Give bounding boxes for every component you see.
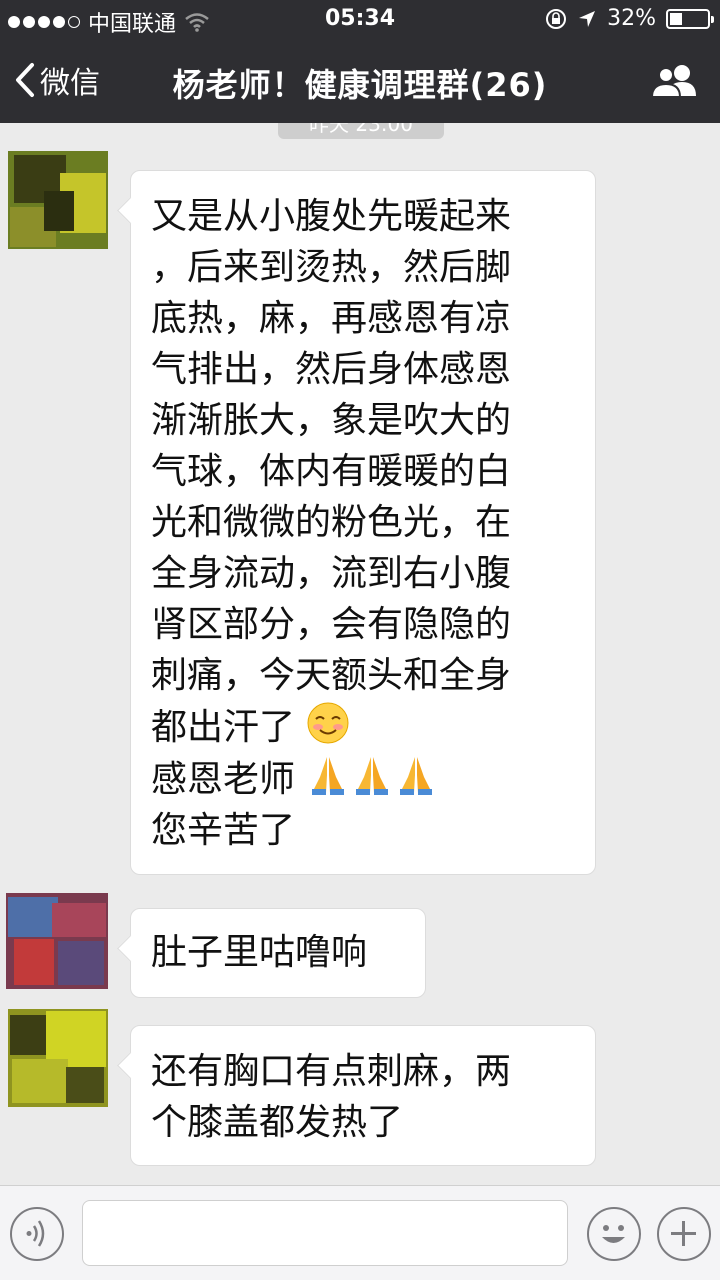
nav-bar: 微信 杨老师！健康调理群(26)	[0, 40, 720, 123]
emoji-button[interactable]	[587, 1207, 641, 1261]
message-bubble[interactable]: 肚子里咕噜响	[117, 908, 426, 998]
battery-icon	[666, 8, 714, 29]
timestamp-badge: 昨天 23:00	[278, 123, 444, 139]
plus-icon	[671, 1221, 696, 1246]
avatar[interactable]	[0, 1001, 112, 1111]
avatar[interactable]	[0, 885, 112, 995]
message-input[interactable]	[82, 1200, 568, 1266]
status-bar: 中国联通 05:34 32%	[0, 0, 720, 40]
location-icon	[579, 10, 596, 27]
input-toolbar	[0, 1185, 720, 1280]
orientation-lock-icon	[546, 8, 567, 29]
pray-hands-icon	[312, 757, 345, 795]
message-text: 又是从小腹处先暖起来 ，后来到烫热，然后脚 底热，麻，再感恩有凉 气排出，然后身…	[151, 196, 512, 851]
status-right: 32%	[545, 6, 714, 31]
voice-button[interactable]	[10, 1207, 64, 1261]
avatar[interactable]	[0, 143, 112, 253]
message-bubble[interactable]: 又是从小腹处先暖起来 ，后来到烫热，然后脚 底热，麻，再感恩有凉 气排出，然后身…	[117, 170, 596, 875]
message-text: 还有胸口有点刺麻，两 个膝盖都发热了	[151, 1051, 512, 1143]
pray-hands-icon	[400, 757, 433, 795]
message-text: 肚子里咕噜响	[151, 932, 368, 973]
blush-emoji-icon	[307, 702, 349, 744]
more-button[interactable]	[657, 1207, 711, 1261]
message-list[interactable]: 昨天 23:00 又是从小腹处先暖起来 ，后来到烫热，然后脚 底热，麻，再感恩有…	[0, 123, 720, 1185]
smiley-icon	[602, 1225, 625, 1243]
pray-hands-icon	[356, 757, 389, 795]
group-icon[interactable]	[650, 62, 698, 100]
chat-title: 杨老师！健康调理群(26)	[172, 66, 548, 104]
voice-icon	[26, 1220, 45, 1247]
battery-percent: 32%	[607, 6, 656, 31]
message-bubble[interactable]: 还有胸口有点刺麻，两 个膝盖都发热了	[117, 1025, 596, 1166]
